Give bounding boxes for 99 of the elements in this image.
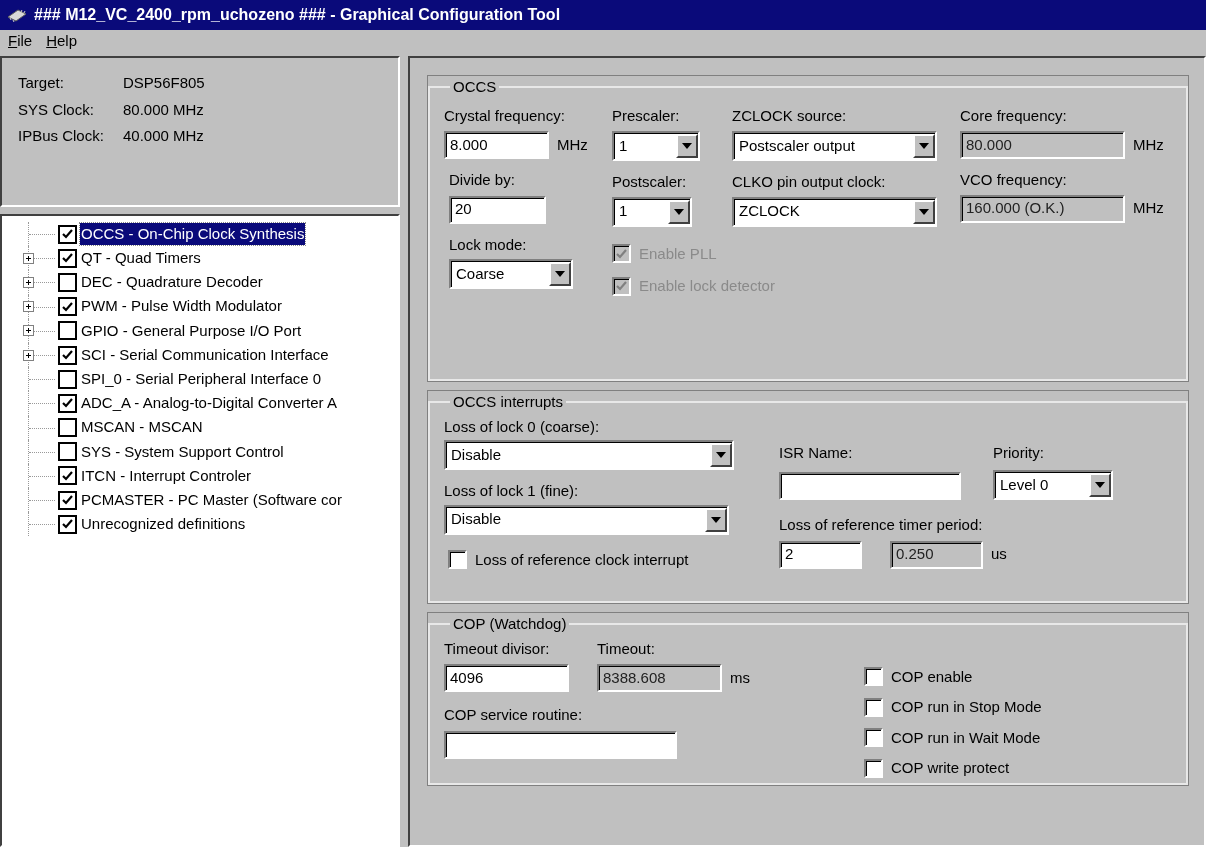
field-label: Priority: — [993, 442, 1045, 463]
tree-item[interactable]: PCMASTER - PC Master (Software cor — [80, 488, 343, 512]
tree-item[interactable]: SCI - Serial Communication Interface — [80, 343, 330, 367]
field-label: Crystal frequency: — [444, 105, 566, 126]
tree-checkbox[interactable] — [58, 442, 77, 462]
field-label: Loss of lock 1 (fine): — [444, 481, 580, 501]
tree-item[interactable]: MSCAN - MSCAN — [80, 416, 204, 439]
menu-item[interactable]: Help — [46, 29, 78, 53]
expand-plus-icon[interactable] — [23, 252, 34, 264]
group-title: COP (Watchdog) — [452, 614, 568, 634]
field-label: Loss of reference timer period: — [779, 515, 984, 535]
check-icon — [62, 519, 73, 530]
tree-item[interactable]: PWM - Pulse Width Modulator — [80, 295, 283, 318]
field-label: COP service routine: — [444, 705, 584, 725]
unit-label: us — [991, 544, 1007, 565]
group-title: OCCS interrupts — [452, 392, 565, 412]
unit-label: MHz — [557, 134, 588, 155]
check-icon — [62, 301, 73, 312]
tree-item[interactable]: QT - Quad Timers — [80, 247, 202, 270]
field-label: ZCLOCK source: — [732, 105, 848, 126]
tree-checkbox[interactable] — [58, 393, 77, 413]
tree-checkbox[interactable] — [58, 418, 77, 438]
tree-item[interactable]: DEC - Quadrature Decoder — [80, 271, 264, 294]
unit-label: MHz — [1133, 198, 1164, 219]
dropdown[interactable]: Postscaler output — [732, 131, 937, 161]
input-field[interactable]: 2 — [779, 540, 862, 569]
info-value: 80.000 MHz — [123, 99, 204, 120]
info-label: SYS Clock: — [18, 99, 95, 120]
input-field[interactable] — [779, 472, 961, 500]
tree-item[interactable]: SYS - System Support Control — [80, 440, 285, 464]
check-icon — [616, 281, 627, 292]
readonly-field: 8388.608 — [597, 664, 722, 692]
expand-plus-icon[interactable] — [23, 349, 34, 361]
info-value: DSP56F805 — [123, 73, 205, 93]
field-label: CLKO pin output clock: — [732, 172, 887, 192]
unit-label: MHz — [1133, 134, 1164, 155]
menu-item[interactable]: File — [8, 29, 33, 53]
input-field[interactable]: 8.000 — [444, 131, 549, 159]
tree-checkbox[interactable] — [58, 514, 77, 534]
input-field[interactable] — [444, 730, 677, 759]
check-icon — [62, 253, 73, 264]
checkbox[interactable]: Loss of reference clock interrupt — [448, 548, 689, 571]
tree-item[interactable]: ITCN - Interrupt Controler — [80, 464, 253, 488]
check-icon — [616, 248, 627, 259]
tree-item[interactable]: GPIO - General Purpose I/O Port — [80, 319, 303, 343]
info-value: 40.000 MHz — [123, 126, 204, 146]
info-label: Target: — [18, 73, 65, 93]
tree-checkbox[interactable] — [58, 345, 77, 365]
expand-plus-icon[interactable] — [23, 276, 34, 288]
tree-item[interactable]: ADC_A - Analog-to-Digital Converter A — [80, 392, 338, 415]
field-label: Lock mode: — [449, 234, 528, 255]
check-icon — [62, 470, 73, 481]
check-icon — [62, 398, 73, 409]
check-icon — [62, 350, 73, 361]
field-label: Timeout: — [597, 638, 656, 659]
check-icon — [62, 495, 73, 506]
group-title: OCCS — [452, 77, 498, 97]
dropdown[interactable]: Coarse — [449, 259, 573, 289]
tree-checkbox[interactable] — [58, 466, 77, 486]
dropdown[interactable]: 1 — [612, 196, 692, 227]
window-title: ### M12_VC_2400_rpm_uchozeno ### - Graphical Configuration Tool — [34, 5, 561, 25]
chip-icon — [6, 8, 28, 22]
input-field[interactable]: 4096 — [444, 664, 569, 692]
readonly-field: 160.000 (O.K.) — [960, 194, 1125, 223]
unit-label: ms — [730, 667, 750, 688]
checkbox[interactable]: COP write protect — [864, 757, 1010, 780]
tree-checkbox[interactable] — [58, 224, 77, 244]
tree-item[interactable]: OCCS - On-Chip Clock Synthesis — [80, 222, 306, 246]
dropdown[interactable]: Disable — [444, 504, 729, 535]
tree-item[interactable]: Unrecognized definitions — [80, 513, 247, 536]
dropdown[interactable]: Level 0 — [993, 470, 1113, 500]
tree-checkbox[interactable] — [58, 369, 77, 389]
dropdown[interactable]: Disable — [444, 440, 734, 470]
dropdown[interactable]: ZCLOCK — [732, 196, 937, 227]
field-label: Timeout divisor: — [444, 638, 551, 659]
info-label: IPBus Clock: — [18, 126, 105, 146]
tree-checkbox[interactable] — [58, 272, 77, 292]
expand-plus-icon[interactable] — [23, 301, 34, 313]
field-label: Loss of lock 0 (coarse): — [444, 416, 601, 437]
tree-checkbox[interactable] — [58, 490, 77, 510]
field-label: ISR Name: — [779, 442, 854, 463]
field-label: Postscaler: — [612, 172, 688, 192]
tree-checkbox[interactable] — [58, 321, 77, 341]
field-label: Prescaler: — [612, 105, 681, 126]
tree-item[interactable]: SPI_0 - Serial Peripheral Interface 0 — [80, 367, 323, 391]
field-label: VCO frequency: — [960, 170, 1068, 190]
checkbox[interactable]: COP run in Wait Mode — [864, 726, 1041, 749]
checkbox[interactable]: COP run in Stop Mode — [864, 696, 1042, 719]
input-field[interactable]: 20 — [449, 195, 546, 224]
readonly-field: 80.000 — [960, 131, 1125, 159]
check-icon — [62, 229, 73, 240]
checkbox[interactable]: COP enable — [864, 665, 973, 688]
field-label: Core frequency: — [960, 105, 1068, 126]
tree-checkbox[interactable] — [58, 248, 77, 268]
expand-plus-icon[interactable] — [23, 325, 34, 337]
readonly-field: 0.250 — [890, 540, 983, 569]
field-label: Divide by: — [449, 170, 516, 190]
tree-checkbox[interactable] — [58, 297, 77, 317]
dropdown[interactable]: 1 — [612, 131, 700, 161]
